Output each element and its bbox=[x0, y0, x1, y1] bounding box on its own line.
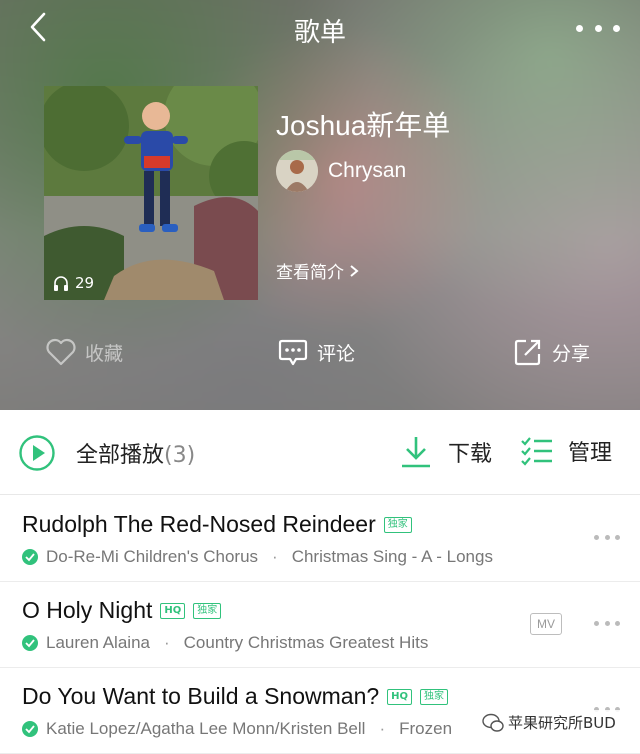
song-title: Rudolph The Red-Nosed Reindeer bbox=[22, 511, 376, 537]
view-intro-link[interactable]: 查看简介 bbox=[276, 258, 360, 283]
more-button[interactable] bbox=[576, 14, 620, 42]
comment-label: 评论 bbox=[317, 342, 356, 365]
chevron-right-icon bbox=[350, 264, 359, 277]
mv-button[interactable]: MV bbox=[530, 613, 562, 635]
checklist-icon bbox=[521, 437, 552, 466]
song-more-button[interactable] bbox=[594, 533, 620, 541]
downloaded-check-icon bbox=[22, 721, 38, 737]
song-title: O Holy Night bbox=[22, 597, 153, 623]
view-intro-label: 查看简介 bbox=[276, 263, 344, 283]
song-title: Do You Want to Build a Snowman? bbox=[22, 683, 380, 709]
top-bar: 歌单 bbox=[0, 0, 640, 56]
playlist-cover[interactable] bbox=[44, 86, 258, 300]
action-bar: 收藏 评论 分享 bbox=[0, 336, 640, 376]
avatar bbox=[276, 150, 318, 192]
manage-button[interactable]: 管理 bbox=[520, 434, 612, 468]
watermark: 苹果研究所BUD bbox=[478, 710, 620, 735]
download-button[interactable]: 下载 bbox=[398, 434, 492, 470]
comment-button[interactable]: 评论 bbox=[277, 336, 355, 368]
favorite-label: 收藏 bbox=[85, 342, 124, 365]
play-all-button[interactable]: 全部播放(3) bbox=[18, 434, 195, 472]
manage-label: 管理 bbox=[568, 441, 613, 466]
play-all-count: (3) bbox=[164, 443, 196, 468]
heart-icon bbox=[46, 338, 76, 366]
download-icon bbox=[402, 437, 430, 468]
song-list-panel: 全部播放(3) 下载 管理 Rudolph The Red-Nosed Rein… bbox=[0, 410, 640, 754]
song-more-button[interactable] bbox=[594, 619, 620, 627]
playlist-header: 歌单 29 Joshua新年单 Chrysan 查看简介 收藏 评论 分享 bbox=[0, 0, 640, 410]
cover-photo bbox=[44, 86, 258, 300]
page-title: 歌单 bbox=[293, 18, 346, 48]
song-artist: Lauren Alaina bbox=[46, 633, 150, 652]
more-dots-icon bbox=[576, 24, 583, 32]
creator-name: Chrysan bbox=[328, 159, 407, 182]
play-circle-icon bbox=[19, 435, 55, 471]
song-row[interactable]: O Holy Night HQ 独家 Lauren Alaina · Count… bbox=[0, 581, 640, 668]
exclusive-tag: 独家 bbox=[193, 602, 222, 619]
share-button[interactable]: 分享 bbox=[512, 336, 590, 368]
song-album: Frozen bbox=[399, 719, 453, 738]
playlist-name: Joshua新年单 bbox=[276, 110, 451, 141]
list-toolbar: 全部播放(3) 下载 管理 bbox=[0, 410, 640, 495]
creator[interactable]: Chrysan bbox=[276, 150, 406, 192]
wechat-icon bbox=[482, 713, 504, 732]
song-album: Country Christmas Greatest Hits bbox=[183, 633, 429, 652]
share-icon bbox=[514, 339, 541, 366]
hq-tag: HQ bbox=[160, 602, 186, 619]
favorite-button[interactable]: 收藏 bbox=[45, 336, 123, 368]
comment-icon bbox=[278, 339, 308, 366]
headphones-icon bbox=[54, 276, 68, 291]
more-dots-icon bbox=[594, 620, 599, 626]
download-label: 下载 bbox=[448, 442, 493, 467]
share-label: 分享 bbox=[552, 342, 591, 365]
song-artist: Katie Lopez/Agatha Lee Monn/Kristen Bell bbox=[46, 719, 366, 738]
exclusive-tag: 独家 bbox=[420, 688, 449, 705]
downloaded-check-icon bbox=[22, 635, 38, 651]
song-row[interactable]: Rudolph The Red-Nosed Reindeer 独家 Do-Re-… bbox=[0, 495, 640, 582]
play-count-value: 29 bbox=[75, 274, 95, 292]
play-all-label: 全部播放 bbox=[76, 443, 165, 468]
more-dots-icon bbox=[594, 534, 599, 540]
play-count: 29 bbox=[52, 274, 94, 292]
downloaded-check-icon bbox=[22, 549, 38, 565]
watermark-text: 苹果研究所BUD bbox=[508, 714, 616, 732]
exclusive-tag: 独家 bbox=[383, 516, 412, 533]
song-artist: Do-Re-Mi Children's Chorus bbox=[46, 547, 259, 566]
hq-tag: HQ bbox=[387, 688, 413, 705]
song-album: Christmas Sing - A - Longs bbox=[291, 547, 493, 566]
